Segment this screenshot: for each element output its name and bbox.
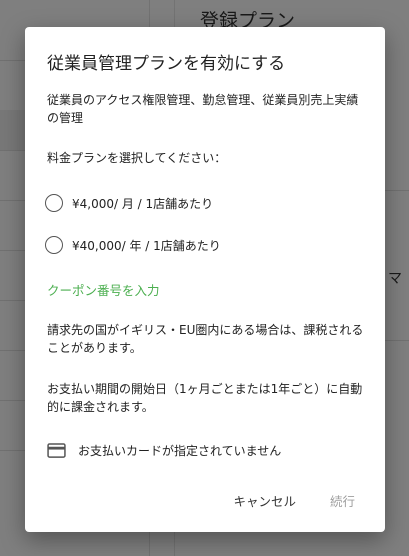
payment-card-status: お支払いカードが指定されていません [47, 442, 281, 459]
continue-button[interactable]: 続行 [322, 485, 363, 516]
coupon-link[interactable]: クーポン番号を入力 [47, 280, 160, 299]
plan-option-monthly[interactable]: ¥4,000/ 月 / 1店舗あたり [45, 192, 213, 214]
cancel-button[interactable]: キャンセル [225, 485, 304, 516]
plan-option-monthly-label: ¥4,000/ 月 / 1店舗あたり [72, 196, 214, 211]
dialog-actions: キャンセル 続行 [225, 485, 363, 516]
plan-prompt: 料金プランを選択してください： [47, 151, 227, 165]
plan-option-yearly[interactable]: ¥40,000/ 年 / 1店舗あたり [45, 234, 221, 256]
card-status-text: お支払いカードが指定されていません [78, 444, 282, 458]
dialog-title: 従業員管理プランを有効にする [47, 54, 286, 74]
enable-plan-dialog: 従業員管理プランを有効にする 従業員のアクセス権限管理、勤怠管理、従業員別売上実… [25, 27, 385, 532]
tax-note: 請求先の国がイギリス・EU圏内にある場合は、課税されることがあります。 [47, 323, 364, 355]
credit-card-icon [47, 443, 66, 458]
plan-option-yearly-label: ¥40,000/ 年 / 1店舗あたり [72, 238, 221, 253]
radio-monthly[interactable] [45, 194, 63, 212]
radio-yearly[interactable] [45, 236, 63, 254]
billing-note: お支払い期間の開始日（1ヶ月ごとまたは1年ごと）に自動的に課金されます。 [47, 382, 363, 414]
plan-description: 従業員のアクセス権限管理、勤怠管理、従業員別売上実績の管理 [47, 93, 359, 125]
